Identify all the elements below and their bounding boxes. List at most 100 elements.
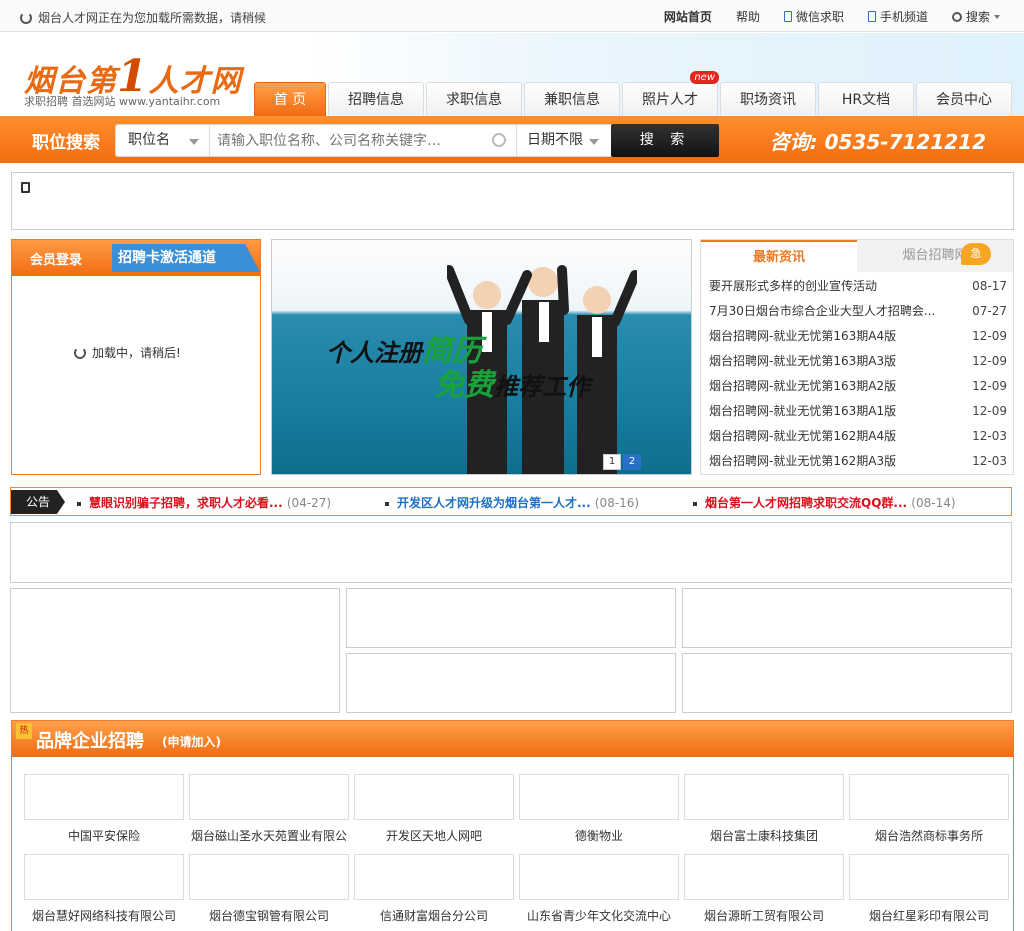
- company-name: 开发区天地人网吧: [385, 829, 482, 843]
- company-name: 烟台红星彩印有限公司: [868, 909, 989, 923]
- login-title[interactable]: 会员登录: [30, 249, 82, 268]
- tab-jobseek[interactable]: 求职信息: [426, 82, 522, 116]
- search-icon: [492, 133, 506, 147]
- tab-home[interactable]: 首 页: [254, 82, 326, 116]
- notice-bar: 公告 慧眼识别骗子招聘，求职人才必看... (04-27) 开发区人才网升级为烟…: [10, 487, 1012, 516]
- notice-label: 公告: [11, 490, 65, 514]
- search-button[interactable]: 搜 索: [611, 124, 719, 157]
- tab-parttime[interactable]: 兼职信息: [524, 82, 620, 116]
- tab-yantai-jobs[interactable]: 烟台招聘网急: [857, 240, 1013, 272]
- brand-company[interactable]: 烟台德宝钢管有限公司: [189, 854, 349, 924]
- news-title: 烟台招聘网-就业无忧第163期A4版: [709, 329, 897, 343]
- tab-latest-news[interactable]: 最新资讯: [701, 240, 857, 272]
- brand-company[interactable]: 烟台慧好网络科技有限公司: [24, 854, 184, 924]
- company-logo: [189, 774, 349, 820]
- news-item[interactable]: 烟台招聘网-就业无忧第162期A4版 12-03: [709, 424, 1007, 449]
- news-date: 12-09: [972, 354, 1007, 368]
- link-search[interactable]: 搜索: [951, 8, 1000, 25]
- link-wechat[interactable]: 微信求职: [783, 8, 844, 25]
- news-item[interactable]: 烟台招聘网-就业无忧第163期A2版 12-09: [709, 374, 1007, 399]
- link-search-label: 搜索: [965, 10, 990, 24]
- tab-recruit[interactable]: 招聘信息: [328, 82, 424, 116]
- tab-member[interactable]: 会员中心: [916, 82, 1012, 116]
- tab-hr-docs[interactable]: HR文档: [818, 82, 914, 116]
- ad-slot-large[interactable]: [10, 588, 340, 713]
- company-logo: [849, 854, 1009, 900]
- search-type-select[interactable]: 职位名: [116, 125, 210, 156]
- news-date: 12-03: [972, 454, 1007, 468]
- link-mobile-label: 手机频道: [879, 10, 928, 24]
- notice-item[interactable]: 开发区人才网升级为烟台第一人才... (08-16): [385, 494, 639, 511]
- news-title: 要开展形式多样的创业宣传活动: [709, 279, 878, 293]
- company-logo: [189, 854, 349, 900]
- apply-join-link[interactable]: (申请加入): [162, 733, 221, 750]
- logo-slogan: 求职招聘 首选网站 www.yantaihr.com: [24, 95, 221, 108]
- brand-company[interactable]: 烟台磁山圣水天苑置业有限公: [189, 774, 349, 844]
- news-date: 12-09: [972, 404, 1007, 418]
- news-item[interactable]: 烟台招聘网-就业无忧第163期A3版 12-09: [709, 349, 1007, 374]
- brand-company[interactable]: 中国平安保险: [24, 774, 184, 844]
- brand-company[interactable]: 德衡物业: [519, 774, 679, 844]
- brand-company[interactable]: 开发区天地人网吧: [354, 774, 514, 844]
- banner-page-2[interactable]: 2: [623, 454, 641, 470]
- phone-icon: [867, 11, 876, 22]
- company-logo: [24, 774, 184, 820]
- company-logo: [354, 774, 514, 820]
- hot-badge: 热: [16, 723, 32, 739]
- company-name: 信通财富烟台分公司: [379, 909, 488, 923]
- news-item[interactable]: 烟台招聘网-就业无忧第163期A1版 12-09: [709, 399, 1007, 424]
- member-login-panel: 会员登录 招聘卡激活通道 加载中，请稍后!: [11, 239, 261, 475]
- company-name: 烟台富士康科技集团: [709, 829, 818, 843]
- banner-slogan-line2: 免费推荐工作: [434, 360, 590, 404]
- ad-banner-wide[interactable]: [10, 522, 1012, 583]
- tab-career-news[interactable]: 职场资讯: [720, 82, 816, 116]
- banner-page-1[interactable]: 1: [603, 454, 621, 470]
- company-logo: [519, 774, 679, 820]
- notice-date: (08-14): [911, 496, 956, 510]
- refresh-icon: [20, 11, 32, 24]
- brand-company[interactable]: 信通财富烟台分公司: [354, 854, 514, 924]
- search-input[interactable]: [211, 125, 515, 156]
- brand-company[interactable]: 烟台红星彩印有限公司: [849, 854, 1009, 924]
- search-bar: 职位搜索 职位名 日期不限 搜 索 咨询: 0535-7121212: [0, 116, 1024, 163]
- news-item[interactable]: 烟台招聘网-就业无忧第162期A3版 12-03: [709, 449, 1007, 474]
- ad-slot[interactable]: [346, 588, 676, 648]
- promo-banner[interactable]: 个人注册简历 免费推荐工作 1 2: [271, 239, 692, 475]
- brand-company[interactable]: 烟台源昕工贸有限公司: [684, 854, 844, 924]
- news-item[interactable]: 要开展形式多样的创业宣传活动 08-17: [709, 274, 1007, 299]
- refresh-icon: [74, 346, 86, 359]
- ad-slot[interactable]: [682, 653, 1012, 713]
- ad-slot[interactable]: [682, 588, 1012, 648]
- brand-company[interactable]: 山东省青少年文化交流中心: [519, 854, 679, 924]
- brand-company[interactable]: 烟台富士康科技集团: [684, 774, 844, 844]
- link-help[interactable]: 帮助: [736, 8, 760, 25]
- bullet-icon: [385, 501, 389, 506]
- company-logo: [849, 774, 1009, 820]
- news-date: 08-17: [972, 279, 1007, 293]
- news-item[interactable]: 烟台招聘网-就业无忧第163期A4版 12-09: [709, 324, 1007, 349]
- news-tabs: 最新资讯 烟台招聘网急: [701, 240, 1013, 272]
- banner-text-1a: 个人注册: [326, 339, 422, 367]
- notice-title: 开发区人才网升级为烟台第一人才...: [397, 496, 591, 510]
- link-mobile[interactable]: 手机频道: [867, 8, 928, 25]
- link-home[interactable]: 网站首页: [664, 8, 712, 25]
- tab-photo-talent[interactable]: 照片人才 new: [622, 71, 719, 116]
- notice-title: 烟台第一人才网招聘求职交流QQ群...: [705, 496, 908, 510]
- site-logo[interactable]: 烟台第1人才网 求职招聘 首选网站 www.yantaihr.com: [24, 51, 244, 121]
- news-date: 12-09: [972, 379, 1007, 393]
- news-item[interactable]: 7月30日烟台市综合企业大型人才招聘会... 07-27: [709, 299, 1007, 324]
- brand-company[interactable]: 烟台浩然商标事务所: [849, 774, 1009, 844]
- caret-down-icon: [589, 139, 599, 145]
- ad-slot[interactable]: [346, 653, 676, 713]
- card-activate-link[interactable]: 招聘卡激活通道: [112, 244, 260, 272]
- ad-icon: [21, 182, 30, 193]
- news-title: 烟台招聘网-就业无忧第163期A2版: [709, 379, 897, 393]
- notice-item[interactable]: 慧眼识别骗子招聘，求职人才必看... (04-27): [77, 494, 331, 511]
- notice-item[interactable]: 烟台第一人才网招聘求职交流QQ群... (08-14): [693, 494, 956, 511]
- banner-pager: 1 2: [603, 454, 641, 470]
- tab-yantai-jobs-label: 烟台招聘网: [902, 248, 968, 263]
- company-name: 烟台源昕工贸有限公司: [703, 909, 824, 923]
- news-panel: 最新资讯 烟台招聘网急 要开展形式多样的创业宣传活动 08-17 7月30日烟台市…: [700, 239, 1014, 475]
- date-filter-select[interactable]: 日期不限: [516, 125, 611, 156]
- ad-strip[interactable]: [11, 172, 1014, 230]
